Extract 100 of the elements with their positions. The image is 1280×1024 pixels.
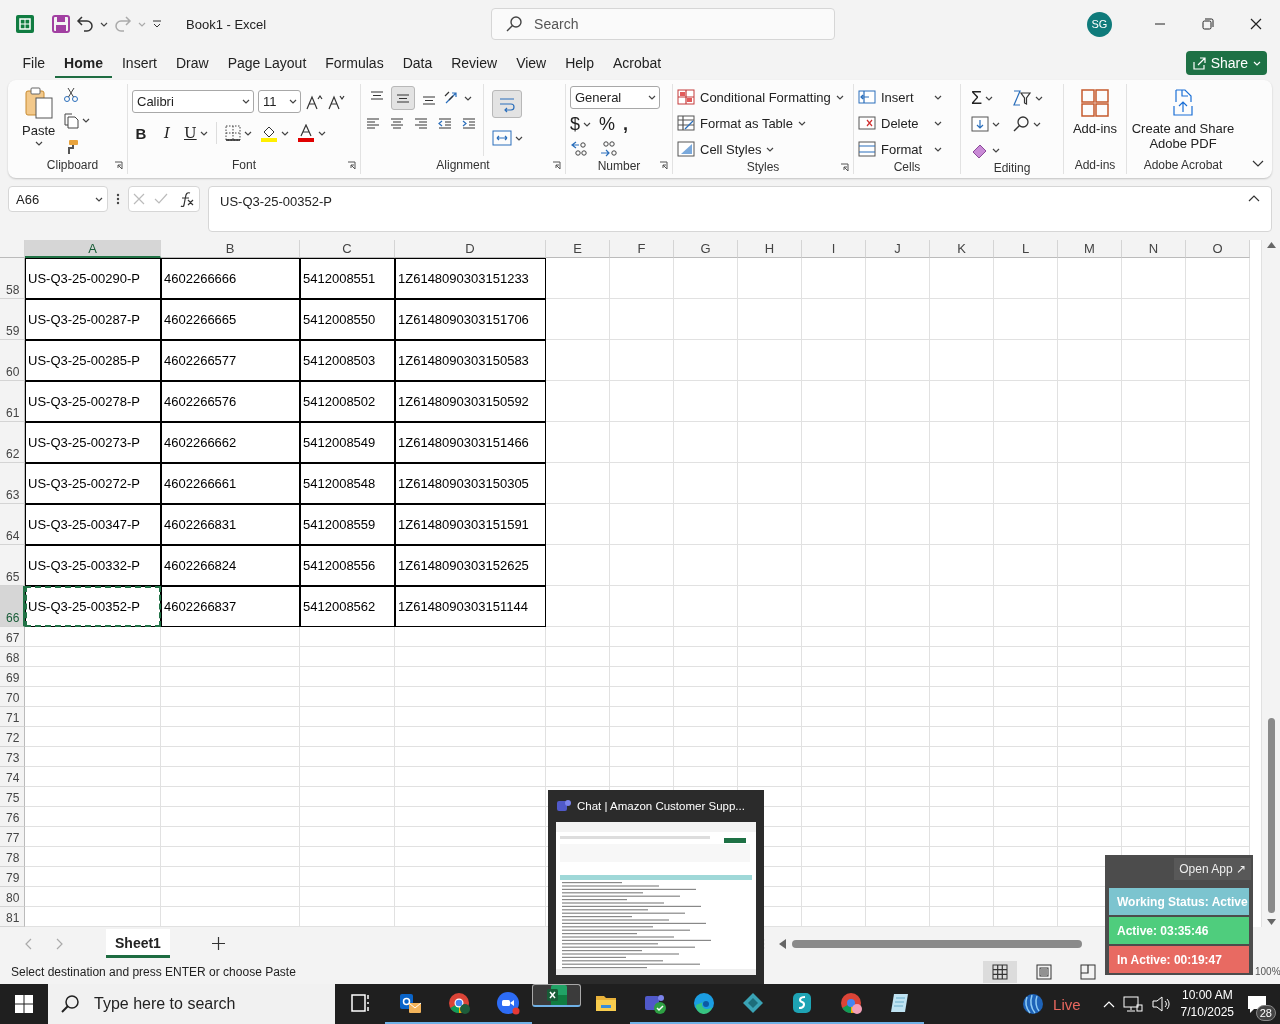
table-cell[interactable] (1058, 463, 1122, 504)
underline-button[interactable]: U (184, 122, 208, 144)
table-cell[interactable] (1122, 727, 1186, 747)
row-header[interactable]: 75 (0, 787, 25, 807)
table-cell[interactable] (300, 767, 395, 787)
table-cell[interactable] (300, 867, 395, 887)
table-cell[interactable] (738, 381, 802, 422)
table-cell[interactable]: US-Q3-25-00273-P (25, 422, 161, 463)
table-cell[interactable]: US-Q3-25-00272-P (25, 463, 161, 504)
italic-button[interactable]: I (158, 124, 176, 142)
table-cell[interactable] (546, 545, 610, 586)
table-cell[interactable] (994, 707, 1058, 727)
table-cell[interactable] (802, 767, 866, 787)
table-cell[interactable] (25, 727, 161, 747)
table-cell[interactable] (546, 727, 610, 747)
table-cell[interactable] (1058, 827, 1122, 847)
number-format-dropdown[interactable]: General (570, 86, 660, 109)
table-cell[interactable] (1186, 340, 1250, 381)
table-cell[interactable] (1058, 787, 1122, 807)
row-header[interactable]: 67 (0, 627, 25, 647)
table-cell[interactable]: 1Z6148090303150305 (395, 463, 546, 504)
table-cell[interactable] (674, 299, 738, 340)
align-center-icon[interactable] (389, 116, 405, 132)
table-cell[interactable] (1122, 667, 1186, 687)
table-cell[interactable] (610, 667, 674, 687)
font-color-button[interactable] (296, 122, 326, 144)
table-cell[interactable] (738, 687, 802, 707)
table-cell[interactable] (1122, 827, 1186, 847)
row-header[interactable]: 66 (0, 586, 25, 627)
table-cell[interactable] (802, 827, 866, 847)
restore-icon[interactable] (1202, 18, 1214, 30)
caret-icon[interactable] (797, 120, 806, 126)
table-cell[interactable] (994, 381, 1058, 422)
caret-icon[interactable] (992, 147, 1000, 153)
table-cell[interactable] (25, 747, 161, 767)
table-cell[interactable]: 5412008503 (300, 340, 395, 381)
table-cell[interactable] (300, 687, 395, 707)
table-cell[interactable] (802, 787, 866, 807)
table-cell[interactable] (866, 381, 930, 422)
window-preview-tooltip[interactable]: Chat | Amazon Customer Supp... (548, 790, 764, 984)
table-cell[interactable]: 1Z6148090303151591 (395, 504, 546, 545)
table-cell[interactable] (610, 767, 674, 787)
table-cell[interactable] (395, 727, 546, 747)
table-cell[interactable] (300, 627, 395, 647)
row-header[interactable]: 74 (0, 767, 25, 787)
table-cell[interactable] (674, 340, 738, 381)
column-header[interactable]: L (994, 240, 1058, 258)
table-cell[interactable] (866, 258, 930, 299)
table-cell[interactable] (546, 747, 610, 767)
table-cell[interactable]: 4602266837 (161, 586, 300, 627)
table-cell[interactable] (610, 647, 674, 667)
table-cell[interactable] (25, 847, 161, 867)
table-cell[interactable]: 4602266661 (161, 463, 300, 504)
table-cell[interactable] (802, 340, 866, 381)
table-cell[interactable] (1058, 340, 1122, 381)
table-cell[interactable] (738, 747, 802, 767)
table-cell[interactable]: 4602266824 (161, 545, 300, 586)
dialog-launcher-icon[interactable] (114, 160, 123, 170)
table-cell[interactable] (674, 545, 738, 586)
clock-time[interactable]: 10:00 AM (1181, 987, 1233, 1004)
table-cell[interactable] (802, 647, 866, 667)
table-cell[interactable] (802, 258, 866, 299)
table-cell[interactable] (1058, 258, 1122, 299)
table-cell[interactable] (674, 647, 738, 667)
formula-input[interactable]: US-Q3-25-00352-P (208, 186, 1272, 232)
table-cell[interactable]: US-Q3-25-00278-P (25, 381, 161, 422)
table-cell[interactable] (802, 463, 866, 504)
table-cell[interactable] (802, 727, 866, 747)
table-cell[interactable] (25, 707, 161, 727)
table-cell[interactable] (674, 463, 738, 504)
table-cell[interactable] (930, 586, 994, 627)
table-cell[interactable]: 4602266662 (161, 422, 300, 463)
table-cell[interactable] (300, 887, 395, 907)
table-cell[interactable] (930, 707, 994, 727)
table-cell[interactable] (802, 687, 866, 707)
table-cell[interactable] (866, 767, 930, 787)
column-header[interactable]: M (1058, 240, 1122, 258)
table-cell[interactable] (738, 504, 802, 545)
align-left-icon[interactable] (365, 116, 381, 132)
table-cell[interactable] (1058, 422, 1122, 463)
next-sheet-icon[interactable] (56, 937, 64, 950)
dialog-launcher-icon[interactable] (552, 160, 561, 170)
table-cell[interactable] (674, 381, 738, 422)
table-cell[interactable] (25, 647, 161, 667)
table-cell[interactable] (994, 504, 1058, 545)
row-header[interactable]: 68 (0, 647, 25, 667)
table-cell[interactable] (610, 707, 674, 727)
table-cell[interactable] (930, 258, 994, 299)
menu-tab[interactable]: Home (54, 48, 113, 78)
increase-decimal-icon[interactable] (570, 139, 590, 157)
currency-button[interactable]: $ (570, 113, 591, 135)
table-cell[interactable] (930, 727, 994, 747)
name-box[interactable]: A66 (8, 186, 108, 212)
table-cell[interactable] (1186, 647, 1250, 667)
caret-icon[interactable] (934, 146, 942, 152)
table-cell[interactable] (161, 747, 300, 767)
table-cell[interactable] (930, 827, 994, 847)
font-size-dropdown[interactable]: 11 (258, 90, 301, 113)
row-header[interactable]: 61 (0, 381, 25, 422)
menu-tab[interactable]: File (13, 48, 55, 78)
